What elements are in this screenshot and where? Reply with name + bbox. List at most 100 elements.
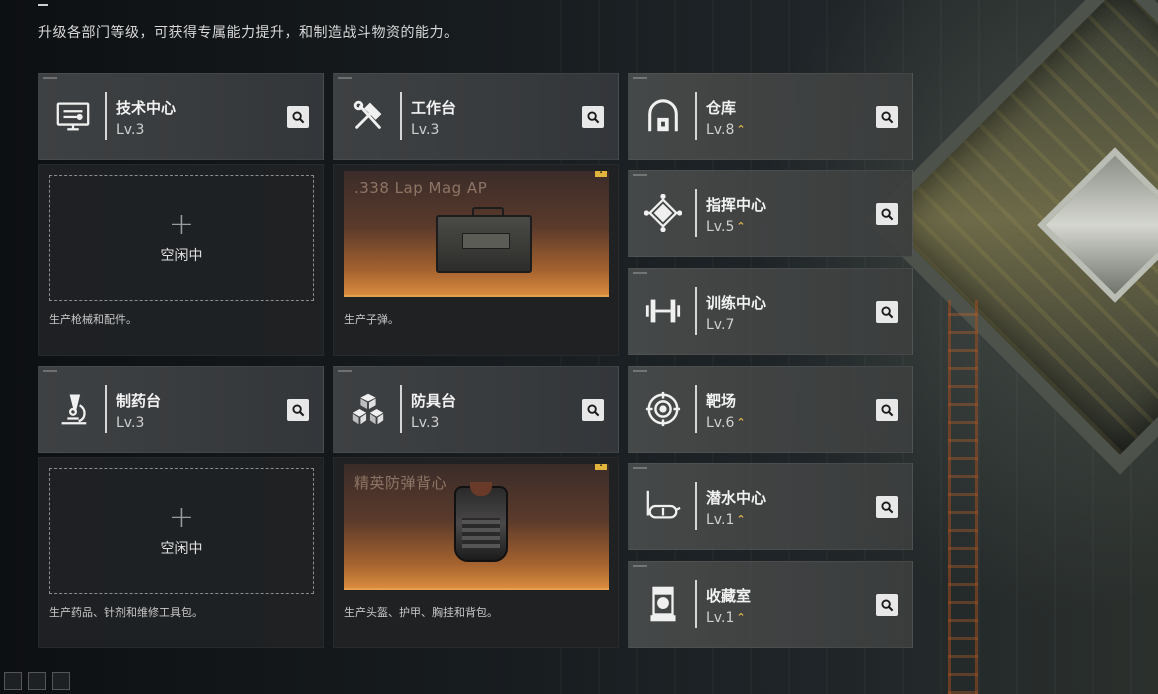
toolbar-slot-icon[interactable] <box>28 672 46 690</box>
search-icon <box>880 110 893 123</box>
department-pharmacy-panel: 制药台 Lv.3 + 空闲中 生产药品、针剂和维修工具包。 <box>38 366 324 648</box>
department-name: 工作台 <box>411 99 457 117</box>
upgrade-available-icon: ⌃ <box>736 123 746 136</box>
display-case-icon <box>643 584 683 624</box>
header-divider <box>695 482 697 530</box>
department-warehouse-header[interactable]: 仓库 Lv.8 ⌃ <box>628 73 913 160</box>
department-level: Lv.3 <box>411 122 440 138</box>
dumbbell-icon <box>643 291 683 331</box>
department-name: 训练中心 <box>706 294 767 312</box>
department-name: 收藏室 <box>706 587 752 605</box>
department-level: Lv.8 ⌃ <box>706 122 746 138</box>
slot-status: 空闲中 <box>160 248 203 264</box>
header-mark <box>633 272 647 274</box>
header-divider <box>695 92 697 140</box>
department-level: Lv.1 ⌃ <box>706 512 746 528</box>
search-icon <box>880 207 893 220</box>
plus-icon: + <box>168 207 195 242</box>
header-divider <box>695 385 697 433</box>
search-icon <box>586 403 599 416</box>
level-value: Lv.8 <box>706 122 735 138</box>
blocks-icon <box>348 389 388 429</box>
department-range-header[interactable]: 靶场 Lv.6 ⌃ <box>628 366 913 453</box>
header-mark <box>633 565 647 567</box>
level-value: Lv.1 <box>706 512 735 528</box>
department-description: 生产头盔、护甲、胸挂和背包。 <box>344 606 498 619</box>
department-description: 生产子弹。 <box>344 313 399 326</box>
inspect-button[interactable] <box>287 106 309 128</box>
production-slot-empty[interactable]: + 空闲中 <box>49 468 314 594</box>
inspect-button[interactable] <box>876 203 898 225</box>
department-workbench-header[interactable]: 工作台 Lv.3 <box>333 73 619 160</box>
production-slot-active[interactable]: .338 Lap Mag AP ! <box>344 171 609 297</box>
header-mark <box>338 77 352 79</box>
department-level: Lv.5 ⌃ <box>706 219 746 235</box>
department-pharmacy-header[interactable]: 制药台 Lv.3 <box>38 366 324 453</box>
department-name: 潜水中心 <box>706 489 767 507</box>
department-tech-header[interactable]: 技术中心 Lv.3 <box>38 73 324 160</box>
inspect-button[interactable] <box>876 301 898 323</box>
header-divider <box>695 189 697 237</box>
header-mark <box>633 370 647 372</box>
department-description: 生产枪械和配件。 <box>49 313 137 326</box>
plus-icon: + <box>168 500 195 535</box>
warehouse-icon <box>643 96 683 136</box>
department-diving-header[interactable]: 潜水中心 Lv.1 ⌃ <box>628 463 913 550</box>
search-icon <box>880 598 893 611</box>
search-icon <box>291 110 304 123</box>
production-slot-empty[interactable]: + 空闲中 <box>49 175 314 301</box>
department-name: 技术中心 <box>116 99 177 117</box>
department-armor-header[interactable]: 防具台 Lv.3 <box>333 366 619 453</box>
diving-mask-icon <box>643 486 683 526</box>
department-name: 制药台 <box>116 392 162 410</box>
search-icon <box>291 403 304 416</box>
department-armor-body: 精英防弹背心 ! 生产头盔、护甲、胸挂和背包。 <box>333 457 619 648</box>
department-command-header[interactable]: 指挥中心 Lv.5 ⌃ <box>628 170 913 257</box>
department-training-header[interactable]: 训练中心 Lv.7 <box>628 268 913 355</box>
header-mark <box>633 77 647 79</box>
department-tech-panel: 技术中心 Lv.3 + 空闲中 生产枪械和配件。 <box>38 73 324 356</box>
alert-badge: ! <box>595 171 607 177</box>
microscope-icon <box>53 389 93 429</box>
header-divider <box>400 92 402 140</box>
department-description: 生产药品、针剂和维修工具包。 <box>49 606 203 619</box>
target-icon <box>643 389 683 429</box>
header-divider <box>695 287 697 335</box>
search-icon <box>880 403 893 416</box>
inspect-button[interactable] <box>876 399 898 421</box>
search-icon <box>880 500 893 513</box>
department-pharmacy-body: + 空闲中 生产药品、针剂和维修工具包。 <box>38 457 324 648</box>
header-mark <box>633 467 647 469</box>
level-value: Lv.1 <box>706 610 735 626</box>
product-name: 精英防弹背心 <box>354 474 448 492</box>
background-ladder <box>948 300 978 694</box>
top-tick <box>38 4 48 6</box>
header-mark <box>43 77 57 79</box>
department-name: 指挥中心 <box>706 196 767 214</box>
inspect-button[interactable] <box>582 106 604 128</box>
inspect-button[interactable] <box>582 399 604 421</box>
header-divider <box>105 92 107 140</box>
department-level: Lv.3 <box>116 122 145 138</box>
header-mark <box>338 370 352 372</box>
inspect-button[interactable] <box>287 399 309 421</box>
department-collection-header[interactable]: 收藏室 Lv.1 ⌃ <box>628 561 913 648</box>
upgrade-available-icon: ⌃ <box>736 416 746 429</box>
production-slot-active[interactable]: 精英防弹背心 ! <box>344 464 609 590</box>
inspect-button[interactable] <box>876 594 898 616</box>
department-level: Lv.3 <box>411 415 440 431</box>
header-divider <box>105 385 107 433</box>
header-divider <box>400 385 402 433</box>
department-name: 靶场 <box>706 392 737 410</box>
department-name: 仓库 <box>706 99 737 117</box>
toolbar-slot-icon[interactable] <box>52 672 70 690</box>
bottom-toolbar <box>4 672 70 690</box>
inspect-button[interactable] <box>876 496 898 518</box>
toolbar-slot-icon[interactable] <box>4 672 22 690</box>
command-icon <box>643 193 683 233</box>
inspect-button[interactable] <box>876 106 898 128</box>
department-level: Lv.1 ⌃ <box>706 610 746 626</box>
search-icon <box>880 305 893 318</box>
upgrade-available-icon: ⌃ <box>736 220 746 233</box>
department-level: Lv.7 <box>706 317 735 333</box>
